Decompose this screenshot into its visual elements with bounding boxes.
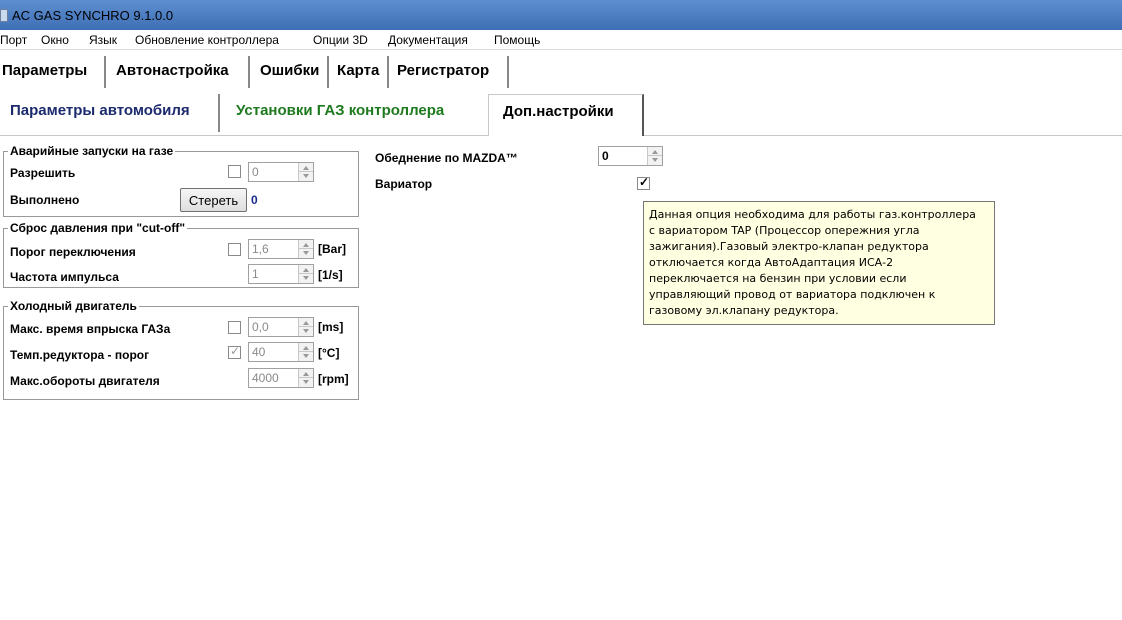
window-title: AC GAS SYNCHRO 9.1.0.0 [12,8,174,23]
tab-additional-settings[interactable]: Доп.настройки [488,94,644,136]
spin-arrows-icon[interactable] [298,240,313,258]
cold-engine-legend: Холодный двигатель [8,299,139,313]
max-injection-stepper[interactable]: 0,0 [248,317,314,337]
tooltip-line: с вариатором TAP (Процессор опережния уг… [649,224,920,237]
reducer-temp-value: 40 [252,345,266,359]
menu-options-3d[interactable]: Опции 3D [313,33,368,47]
emergency-enable-stepper[interactable]: 0 [248,162,314,182]
cutoff-threshold-checkbox[interactable] [228,243,241,256]
menu-documentation[interactable]: Документация [388,33,468,47]
menu-bar: Порт Окно Язык Обновление контроллера Оп… [0,30,1122,50]
menu-help[interactable]: Помощь [494,33,540,47]
cutoff-threshold-label: Порог переключения [10,245,136,259]
tooltip-line: газовому эл.клапану редуктора. [649,304,839,317]
cutoff-threshold-value: 1,6 [252,242,269,256]
menu-window[interactable]: Окно [41,33,69,47]
spin-arrows-icon[interactable] [298,265,313,283]
mazda-lean-stepper[interactable]: 0 [598,146,663,166]
title-bar: AC GAS SYNCHRO 9.1.0.0 [0,0,1122,30]
tab-recorder[interactable]: Регистратор [393,56,509,88]
tab-map[interactable]: Карта [333,56,389,88]
cutoff-threshold-stepper[interactable]: 1,6 [248,239,314,259]
tooltip-line: Данная опция необходима для работы газ.к… [649,208,976,221]
tab-errors[interactable]: Ошибки [255,56,329,88]
reducer-temp-unit: [°C] [318,346,340,360]
emergency-enable-label: Разрешить [10,166,76,180]
tooltip-line: отключается когда АвтоАдаптация ИСА-2 [649,256,894,269]
cutoff-pulse-unit: [1/s] [318,268,343,282]
cutoff-pulse-value: 1 [252,267,259,281]
tab-parameters[interactable]: Параметры [0,56,106,88]
spin-arrows-icon[interactable] [298,163,313,181]
variator-checkbox[interactable] [637,175,650,190]
menu-port[interactable]: Порт [0,33,27,47]
menu-controller-update[interactable]: Обновление контроллера [135,33,279,47]
spin-arrows-icon[interactable] [298,318,313,336]
cutoff-legend: Сброс давления при "cut-off" [8,221,188,235]
tooltip-line: управляющий провод от вариатора подключе… [649,288,936,301]
tooltip-line: переключается на бензин при условии если [649,272,907,285]
max-injection-label: Макс. время впрыска ГАЗа [10,322,171,336]
emergency-done-label: Выполнено [10,193,80,207]
emergency-enable-checkbox[interactable] [228,165,241,178]
reducer-temp-checkbox[interactable] [228,344,241,359]
reducer-temp-stepper[interactable]: 40 [248,342,314,362]
max-injection-checkbox[interactable] [228,321,241,334]
menu-language[interactable]: Язык [89,33,117,47]
app-icon [0,9,8,22]
mazda-lean-label: Обеднение по MAZDA™ [375,151,518,165]
cutoff-pulse-label: Частота импульса [10,270,119,284]
max-injection-unit: [ms] [318,320,344,334]
emergency-enable-value: 0 [252,165,259,179]
max-rpm-label: Макс.обороты двигателя [10,374,160,388]
erase-button[interactable]: Стереть [180,188,247,212]
mazda-lean-value: 0 [602,149,609,163]
emergency-done-count: 0 [251,193,258,207]
tab-autotuning[interactable]: Автонастройка [110,56,250,88]
max-rpm-unit: [rpm] [318,372,349,386]
max-injection-value: 0,0 [252,320,269,334]
sub-tab-strip: Параметры автомобиля Установки ГАЗ контр… [0,90,1122,136]
spin-arrows-icon[interactable] [647,147,662,165]
max-rpm-stepper[interactable]: 4000 [248,368,314,388]
variator-label: Вариатор [375,177,433,191]
tab-vehicle-parameters[interactable]: Параметры автомобиля [0,94,220,132]
cutoff-threshold-unit: [Bar] [318,242,347,256]
tab-gas-controller-settings[interactable]: Установки ГАЗ контроллера [228,94,478,132]
spin-arrows-icon[interactable] [298,369,313,387]
cutoff-pulse-stepper[interactable]: 1 [248,264,314,284]
emergency-start-legend: Аварийные запуски на газе [8,144,176,158]
max-rpm-value: 4000 [252,371,279,385]
variator-tooltip: Данная опция необходима для работы газ.к… [643,201,995,325]
spin-arrows-icon[interactable] [298,343,313,361]
main-tab-strip: Параметры Автонастройка Ошибки Карта Рег… [0,52,1122,90]
tooltip-line: зажигания).Газовый электро-клапан редукт… [649,240,929,253]
reducer-temp-label: Темп.редуктора - порог [10,348,150,362]
